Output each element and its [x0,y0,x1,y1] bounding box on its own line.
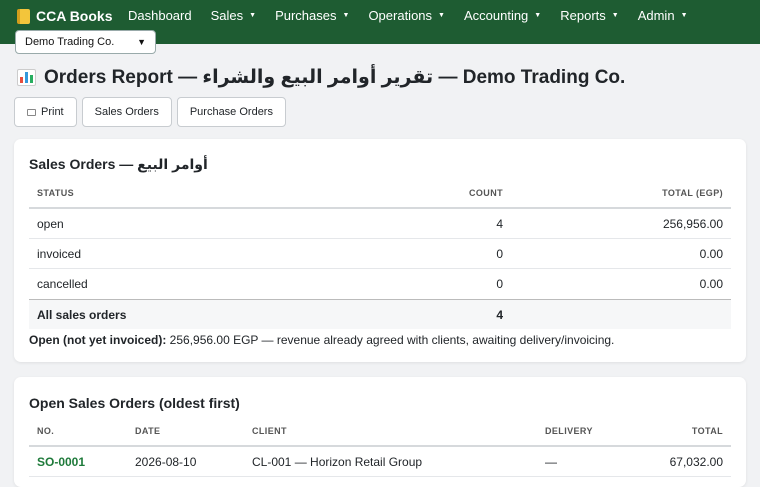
col-total: TOTAL (EGP) [662,188,723,198]
table-row: open 4 256,956.00 [29,209,731,239]
card-title: Sales Orders — أوامر البيع [29,156,208,172]
cell-status: open [37,216,64,231]
note-label: Open (not yet invoiced): [29,333,167,347]
ledger-book-icon [17,8,30,24]
caret-down-icon: ▼ [249,12,257,19]
col-no: NO. [37,426,55,436]
cell-count: 4 [496,216,503,231]
order-link[interactable]: SO-0001 [29,455,127,469]
col-client: CLIENT [252,426,287,436]
cell-status: cancelled [37,277,88,291]
nav-item-label: Dashboard [128,8,192,23]
table-row: SO-0001 2026-08-10 CL-001 — Horizon Reta… [29,447,731,477]
col-total: TOTAL [691,426,723,436]
caret-down-icon: ▼ [342,12,350,19]
nav-item-operations[interactable]: Operations ▼ [368,8,445,23]
purchase-orders-button-label: Purchase Orders [189,106,273,118]
nav-item-dashboard[interactable]: Dashboard [128,8,192,23]
cell-delivery: — [545,454,557,469]
cell-total: 256,956.00 [662,216,723,231]
nav-item-label: Operations [368,8,433,23]
sales-orders-card: Sales Orders — أوامر البيع STATUS COUNT … [14,139,746,362]
cell-total: 67,032.00 [669,454,723,469]
col-delivery: DELIVERY [545,426,593,436]
bar-chart-icon [17,69,36,86]
cell-count: 0 [496,246,503,261]
chevron-down-icon: ▼ [137,37,146,47]
col-status: STATUS [37,188,75,198]
nav-item-label: Accounting [463,8,529,23]
brand-label: CCA Books [36,8,113,24]
card-title: Open Sales Orders (oldest first) [29,395,240,411]
brand[interactable]: CCA Books [17,8,113,24]
page-title-text: Orders Report — تقرير أوامر البيع والشرا… [44,67,626,88]
nav-item-purchases[interactable]: Purchases ▼ [275,8,349,23]
company-select-value: Demo Trading Co. [25,36,115,48]
cell-total: 0.00 [699,246,723,261]
print-button[interactable]: Print [14,97,77,127]
printer-icon [27,108,36,116]
caret-down-icon: ▼ [680,12,688,19]
nav-item-label: Admin [637,8,675,23]
table-header: STATUS COUNT TOTAL (EGP) [29,179,731,209]
cell-total: 0.00 [699,277,723,291]
table-footer-total: All sales orders 4 [29,299,731,329]
table-header: NO. DATE CLIENT DELIVERY TOTAL [29,417,731,447]
table-row: cancelled 0 0.00 [29,269,731,299]
sales-status-table: STATUS COUNT TOTAL (EGP) open 4 256,956.… [29,179,731,329]
col-date: DATE [135,426,161,436]
report-actions: Print Sales Orders Purchase Orders [14,97,286,127]
footer-label: All sales orders [37,307,127,322]
page-title: Orders Report — تقرير أوامر البيع والشرا… [17,66,625,89]
nav-item-reports[interactable]: Reports ▼ [560,8,618,23]
cell-date: 2026-08-10 [135,454,197,469]
caret-down-icon: ▼ [534,12,542,19]
sales-orders-button-label: Sales Orders [94,106,159,118]
nav-menu: Dashboard Sales ▼ Purchases ▼ Operations ▼ … [128,8,707,23]
caret-down-icon: ▼ [438,12,445,19]
cell-count: 0 [496,277,503,291]
company-select[interactable]: Demo Trading Co. ▼ [15,30,156,54]
cell-client: CL-001 — Horizon Retail Group [252,454,423,469]
nav-item-sales[interactable]: Sales ▼ [211,8,256,23]
nav-item-accounting[interactable]: Accounting ▼ [464,8,541,23]
print-button-label: Print [41,106,64,118]
caret-down-icon: ▼ [611,12,619,19]
nav-item-label: Purchases [275,8,337,23]
open-orders-table: NO. DATE CLIENT DELIVERY TOTAL SO-0001 2… [29,417,731,477]
purchase-orders-button[interactable]: Purchase Orders [176,97,286,127]
nav-item-label: Sales [210,8,244,23]
cell-status: invoiced [37,246,82,261]
note-text: 256,956.00 EGP — revenue already agreed … [166,333,615,347]
open-sales-orders-card: Open Sales Orders (oldest first) NO. DAT… [14,377,746,487]
open-orders-note: Open (not yet invoiced): 256,956.00 EGP … [29,333,614,347]
table-row: invoiced 0 0.00 [29,239,731,269]
footer-count: 4 [496,307,503,322]
nav-item-admin[interactable]: Admin ▼ [638,8,688,23]
nav-item-label: Reports [560,8,606,23]
sales-orders-button[interactable]: Sales Orders [81,97,172,127]
col-count: COUNT [469,188,503,198]
